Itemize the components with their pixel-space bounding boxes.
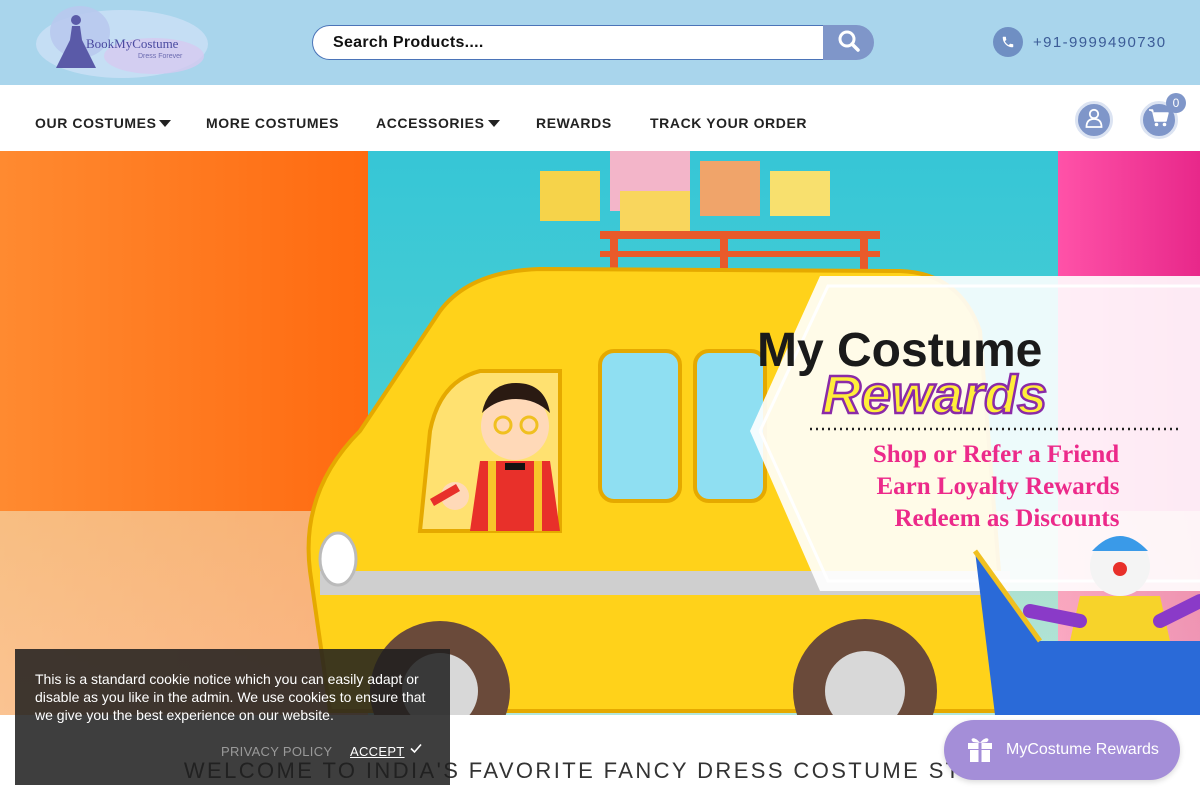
cookie-notice-text: This is a standard cookie notice which y… bbox=[35, 671, 426, 723]
nav-item-track-order[interactable]: TRACK YOUR ORDER bbox=[650, 115, 807, 131]
search-input[interactable] bbox=[312, 25, 824, 60]
svg-text:Earn Loyalty Rewards: Earn Loyalty Rewards bbox=[876, 473, 1119, 500]
chevron-down-icon[interactable] bbox=[159, 120, 171, 127]
nav-item-more-costumes[interactable]: MORE COSTUMES bbox=[206, 115, 339, 131]
user-icon bbox=[1085, 108, 1103, 133]
chevron-down-icon[interactable] bbox=[488, 120, 500, 127]
hero-banner[interactable]: My Costume Rewards Shop or Refer a Frien… bbox=[0, 151, 1200, 715]
privacy-policy-link[interactable]: PRIVACY POLICY bbox=[221, 744, 332, 759]
svg-text:BookMyCostume: BookMyCostume bbox=[86, 36, 179, 51]
site-logo[interactable]: BookMyCostume Dress Forever bbox=[34, 2, 210, 82]
rewards-widget-button[interactable]: MyCostume Rewards bbox=[944, 720, 1180, 780]
account-button[interactable] bbox=[1075, 101, 1113, 139]
search-bar bbox=[312, 25, 874, 60]
svg-text:Dress Forever: Dress Forever bbox=[138, 53, 183, 60]
nav-item-our-costumes[interactable]: OUR COSTUMES bbox=[35, 115, 157, 131]
phone-icon bbox=[993, 27, 1023, 57]
check-icon[interactable] bbox=[409, 741, 423, 760]
cookie-notice: This is a standard cookie notice which y… bbox=[15, 649, 450, 785]
cart-count-badge: 0 bbox=[1166, 93, 1186, 113]
nav-item-rewards[interactable]: REWARDS bbox=[536, 115, 612, 131]
phone-number: +91-9999490730 bbox=[1033, 33, 1167, 51]
cart-icon bbox=[1149, 108, 1169, 132]
nav-item-accessories[interactable]: ACCESSORIES bbox=[376, 115, 485, 131]
top-header: BookMyCostume Dress Forever +91-99994907… bbox=[0, 0, 1200, 85]
rewards-widget-label: MyCostume Rewards bbox=[1006, 741, 1159, 758]
search-button[interactable] bbox=[823, 25, 874, 60]
accept-cookies-button[interactable]: ACCEPT bbox=[350, 744, 405, 759]
gift-icon bbox=[966, 733, 994, 768]
phone-contact[interactable]: +91-9999490730 bbox=[993, 27, 1166, 57]
svg-text:Redeem as Discounts: Redeem as Discounts bbox=[895, 505, 1120, 532]
main-nav: OUR COSTUMES MORE COSTUMES ACCESSORIES R… bbox=[0, 85, 1200, 151]
svg-text:Shop or Refer a Friend: Shop or Refer a Friend bbox=[873, 441, 1119, 468]
search-icon bbox=[837, 29, 861, 56]
svg-text:Rewards: Rewards bbox=[822, 365, 1047, 425]
